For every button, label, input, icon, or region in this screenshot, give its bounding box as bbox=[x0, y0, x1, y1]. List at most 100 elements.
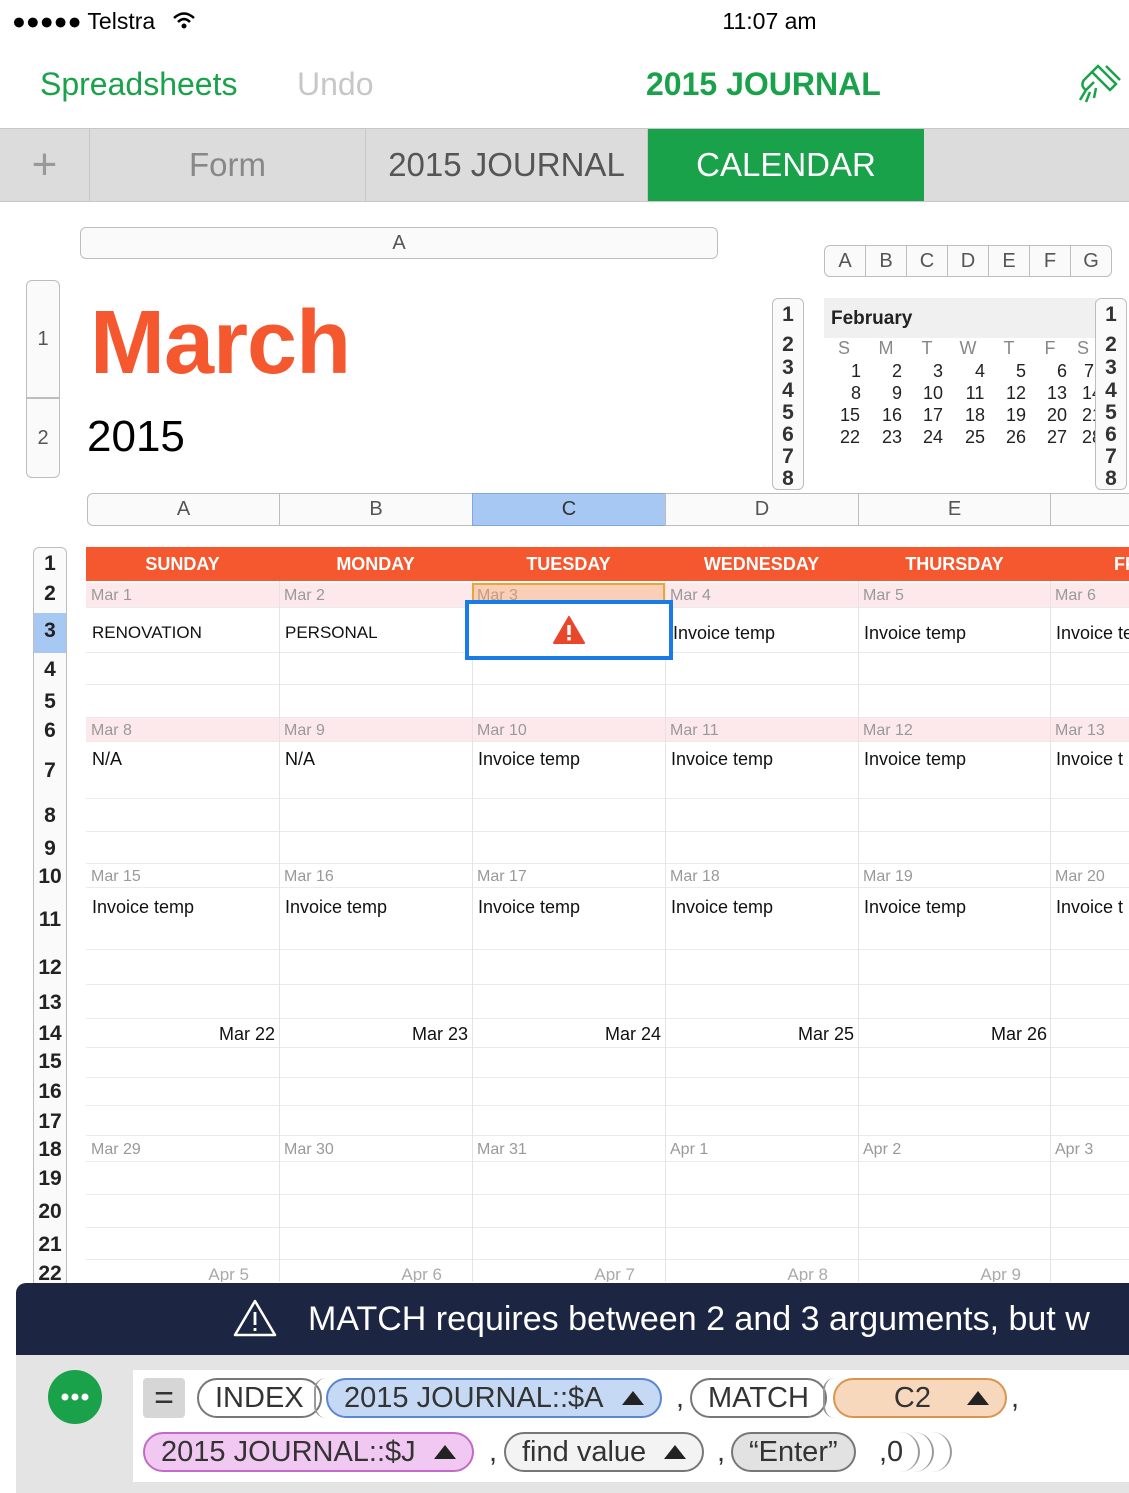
mini-col-header[interactable]: E bbox=[988, 245, 1030, 277]
mini-day[interactable]: 18 bbox=[955, 405, 995, 426]
mini-day[interactable]: 10 bbox=[913, 383, 953, 404]
cal-col-header-e[interactable]: E bbox=[858, 493, 1051, 526]
mini-row-header[interactable]: 6 bbox=[773, 423, 803, 447]
mini-day[interactable]: 19 bbox=[996, 405, 1036, 426]
entry-cell[interactable]: Invoice te bbox=[1056, 623, 1129, 644]
entry-cell[interactable]: PERSONAL bbox=[285, 623, 378, 643]
mini-day[interactable]: 7 bbox=[1082, 361, 1096, 382]
selected-cell-c3[interactable] bbox=[465, 600, 673, 660]
date-label[interactable]: Apr 8 bbox=[643, 1265, 828, 1282]
more-options-button[interactable] bbox=[48, 1370, 102, 1424]
mini-day[interactable]: 14 bbox=[1082, 383, 1096, 404]
entry-cell[interactable]: Invoice temp bbox=[864, 623, 966, 644]
mini-day[interactable]: 22 bbox=[830, 427, 870, 448]
mini-day[interactable]: 2 bbox=[877, 361, 917, 382]
function-token-match[interactable]: MATCH bbox=[690, 1378, 827, 1418]
date-label[interactable]: Mar 10 bbox=[477, 722, 527, 740]
disclosure-triangle-icon[interactable] bbox=[621, 1391, 644, 1405]
mini-row-header[interactable]: 1 bbox=[1096, 303, 1126, 327]
title-col-header-a[interactable]: A bbox=[80, 227, 718, 259]
weekday-header[interactable]: MONDAY bbox=[279, 547, 472, 581]
entry-cell[interactable]: Invoice temp bbox=[92, 897, 194, 918]
row-header[interactable]: 5 bbox=[34, 690, 66, 714]
date-label[interactable]: Mar 6 bbox=[1055, 587, 1096, 605]
weekday-header[interactable]: FF bbox=[1114, 547, 1129, 581]
mini-row-header[interactable]: 7 bbox=[773, 445, 803, 469]
disclosure-triangle-icon[interactable] bbox=[664, 1445, 687, 1459]
mini-row-header[interactable]: 3 bbox=[773, 356, 803, 380]
reference-token-journal-a[interactable]: 2015 JOURNAL::$A bbox=[326, 1378, 662, 1418]
mini-row-header[interactable]: 2 bbox=[773, 333, 803, 357]
mini-col-header[interactable]: A bbox=[824, 245, 866, 277]
date-label[interactable]: Mar 12 bbox=[863, 722, 913, 740]
date-label[interactable]: Mar 13 bbox=[1055, 722, 1105, 740]
weekday-header[interactable]: TUESDAY bbox=[472, 547, 665, 581]
spreadsheets-back-button[interactable]: Spreadsheets bbox=[40, 66, 237, 103]
row-header[interactable]: 20 bbox=[34, 1200, 66, 1224]
string-token-enter[interactable]: “Enter” bbox=[731, 1432, 856, 1472]
mini-day[interactable]: 6 bbox=[1042, 361, 1082, 382]
title-row-header-2[interactable]: 2 bbox=[26, 398, 60, 478]
mini-row-header[interactable]: 4 bbox=[773, 379, 803, 403]
month-title[interactable]: March bbox=[90, 292, 351, 395]
row-header[interactable]: 15 bbox=[34, 1050, 66, 1074]
tab-calendar[interactable]: CALENDAR bbox=[648, 129, 924, 201]
placeholder-token-find-value[interactable]: find value bbox=[504, 1432, 705, 1472]
date-label[interactable]: Mar 26 bbox=[862, 1024, 1047, 1045]
date-label[interactable]: Mar 17 bbox=[477, 868, 527, 886]
date-label[interactable]: Apr 1 bbox=[670, 1141, 708, 1159]
date-label[interactable]: Mar 9 bbox=[284, 722, 325, 740]
equals-sign[interactable]: = bbox=[143, 1378, 185, 1418]
date-label[interactable]: Mar 19 bbox=[863, 868, 913, 886]
weekday-header[interactable]: SUNDAY bbox=[86, 547, 279, 581]
date-label[interactable]: Mar 5 bbox=[863, 587, 904, 605]
date-label[interactable]: Mar 16 bbox=[284, 868, 334, 886]
title-row-header-1[interactable]: 1 bbox=[26, 280, 60, 398]
mini-row-header[interactable]: 3 bbox=[1096, 356, 1126, 380]
entry-cell[interactable]: N/A bbox=[285, 749, 315, 770]
mini-row-header[interactable]: 7 bbox=[1096, 445, 1126, 469]
mini-day[interactable]: 11 bbox=[955, 383, 995, 404]
row-header[interactable]: 6 bbox=[34, 719, 66, 743]
date-label[interactable]: Mar 2 bbox=[284, 587, 325, 605]
date-label[interactable]: Mar 23 bbox=[283, 1024, 468, 1045]
mini-row-header[interactable]: 4 bbox=[1096, 379, 1126, 403]
date-label[interactable]: Mar 25 bbox=[669, 1024, 854, 1045]
cal-col-header-a[interactable]: A bbox=[87, 493, 280, 526]
mini-row-header[interactable]: 6 bbox=[1096, 423, 1126, 447]
disclosure-triangle-icon[interactable] bbox=[433, 1445, 456, 1459]
entry-cell[interactable]: Invoice t bbox=[1056, 749, 1123, 770]
reference-token-journal-j[interactable]: 2015 JOURNAL::$J bbox=[143, 1432, 474, 1472]
mini-day[interactable]: 25 bbox=[955, 427, 995, 448]
row-header[interactable]: 9 bbox=[34, 837, 66, 861]
mini-col-header[interactable]: D bbox=[947, 245, 989, 277]
cal-col-header-b[interactable]: B bbox=[279, 493, 473, 526]
mini-row-header[interactable]: 2 bbox=[1096, 333, 1126, 357]
date-label[interactable]: Mar 22 bbox=[90, 1024, 275, 1045]
reference-token-c2[interactable]: C2 bbox=[833, 1378, 1007, 1418]
mini-day[interactable]: 28 bbox=[1082, 427, 1096, 448]
row-header[interactable]: 2 bbox=[34, 582, 66, 606]
mini-row-header[interactable]: 8 bbox=[773, 467, 803, 491]
entry-cell[interactable]: Invoice temp bbox=[285, 897, 387, 918]
add-sheet-button[interactable]: + bbox=[0, 129, 90, 201]
mini-col-header[interactable]: F bbox=[1029, 245, 1071, 277]
date-label[interactable]: Apr 2 bbox=[863, 1141, 901, 1159]
entry-cell[interactable]: Invoice temp bbox=[673, 623, 775, 644]
date-label[interactable]: Mar 20 bbox=[1055, 868, 1105, 886]
mini-day[interactable]: 13 bbox=[1037, 383, 1077, 404]
row-header[interactable]: 1 bbox=[34, 552, 66, 576]
year-label[interactable]: 2015 bbox=[87, 412, 185, 462]
date-label[interactable]: Mar 24 bbox=[476, 1024, 661, 1045]
tab-form[interactable]: Form bbox=[90, 129, 366, 201]
date-label[interactable]: Apr 7 bbox=[450, 1265, 635, 1282]
mini-row-header[interactable]: 8 bbox=[1096, 467, 1126, 491]
date-label[interactable]: Mar 4 bbox=[670, 587, 711, 605]
mini-row-header[interactable]: 1 bbox=[773, 303, 803, 327]
mini-row-header[interactable]: 5 bbox=[773, 401, 803, 425]
row-header[interactable]: 11 bbox=[34, 908, 66, 932]
cal-col-header-d[interactable]: D bbox=[665, 493, 859, 526]
date-label[interactable]: Mar 30 bbox=[284, 1141, 334, 1159]
mini-day[interactable]: 17 bbox=[913, 405, 953, 426]
date-label[interactable]: Mar 31 bbox=[477, 1141, 527, 1159]
